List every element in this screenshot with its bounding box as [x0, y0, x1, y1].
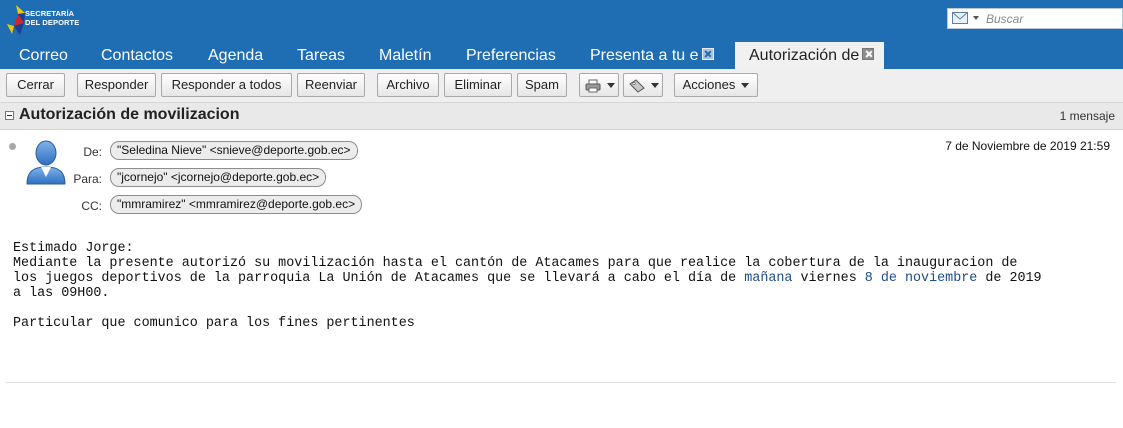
search-options-caret-icon[interactable] — [973, 16, 979, 20]
tag-menu-button[interactable] — [623, 73, 663, 97]
body-line-2-a: los juegos deportivos de la parroquia La… — [13, 271, 745, 286]
tab-contactos[interactable]: Contactos — [101, 42, 173, 69]
logo-text: SECRETARÍA DEL DEPORTE — [25, 9, 85, 27]
body-line-2-c: de 2019 — [977, 271, 1042, 286]
print-menu-button[interactable] — [579, 73, 619, 97]
chevron-down-icon — [651, 83, 659, 89]
envelope-icon[interactable] — [952, 12, 968, 24]
body-greeting: Estimado Jorge: — [13, 241, 134, 256]
tab-maletin[interactable]: Maletín — [379, 42, 431, 69]
tab-close-icon[interactable] — [862, 48, 875, 61]
spam-button[interactable]: Spam — [517, 73, 567, 97]
tab-correo[interactable]: Correo — [19, 42, 68, 69]
print-icon — [585, 79, 601, 93]
tab-label: Maletín — [379, 47, 432, 64]
reply-button[interactable]: Responder — [77, 73, 156, 97]
search-box[interactable] — [947, 8, 1123, 29]
tab-label: Preferencias — [466, 47, 556, 64]
tab-presenta[interactable]: Presenta a tu e — [590, 42, 714, 69]
chevron-down-icon — [741, 83, 750, 89]
tab-autorizacion[interactable]: Autorización de — [735, 42, 885, 69]
app-tabs: Correo Contactos Agenda Tareas Maletín P… — [0, 42, 1123, 69]
tab-label: Tareas — [297, 47, 346, 64]
tab-preferencias[interactable]: Preferencias — [466, 42, 556, 69]
tag-icon — [629, 78, 645, 93]
archive-button[interactable]: Archivo — [377, 73, 439, 97]
reply-all-button[interactable]: Responder a todos — [161, 73, 292, 97]
collapse-toggle-icon[interactable] — [5, 111, 14, 120]
date-link-8-noviembre[interactable]: 8 de noviembre — [865, 271, 978, 286]
message-toolbar: Cerrar Responder Responder a todos Reenv… — [0, 69, 1123, 103]
chevron-down-icon — [607, 83, 615, 89]
message-count: 1 mensaje — [1059, 109, 1115, 123]
delete-button[interactable]: Eliminar — [444, 73, 512, 97]
message-date: 7 de Noviembre de 2019 21:59 — [945, 139, 1110, 153]
logo-line-2: DEL DEPORTE — [25, 18, 80, 27]
body-line-2-b: viernes — [792, 271, 865, 286]
message-body: Estimado Jorge: Mediante la presente aut… — [13, 241, 1042, 331]
tab-agenda[interactable]: Agenda — [208, 42, 263, 69]
body-line-3: a las 09H00. — [13, 286, 110, 301]
app-header: SECRETARÍA DEL DEPORTE Correo Contactos … — [0, 0, 1123, 69]
search-input[interactable] — [986, 10, 1116, 27]
from-address-bubble[interactable]: "Seledina Nieve" <snieve@deporte.gob.ec> — [110, 141, 358, 160]
message-divider — [6, 382, 1116, 383]
tab-close-icon[interactable] — [701, 48, 714, 61]
tab-label: Contactos — [101, 47, 174, 64]
conversation-header: Autorización de movilizacion 1 mensaje — [0, 103, 1123, 130]
date-link-manana[interactable]: mañana — [744, 271, 792, 286]
read-status-dot-icon[interactable] — [9, 143, 16, 150]
from-label: De: — [83, 145, 102, 159]
to-label: Para: — [73, 172, 102, 186]
message-subject: Autorización de movilizacion — [19, 106, 240, 123]
tab-label: Correo — [19, 47, 68, 64]
actions-label: Acciones — [682, 77, 736, 92]
actions-menu-button[interactable]: Acciones — [674, 73, 758, 97]
cc-label: CC: — [81, 199, 102, 213]
tab-label: Presenta a tu e — [590, 47, 699, 64]
forward-button[interactable]: Reenviar — [297, 73, 365, 97]
body-line-1: Mediante la presente autorizó su moviliz… — [13, 256, 1018, 271]
cc-address-bubble[interactable]: "mmramirez" <mmramirez@deporte.gob.ec> — [110, 195, 363, 214]
logo-line-1: SECRETARÍA — [25, 9, 75, 18]
secretaria-deporte-logo[interactable]: SECRETARÍA DEL DEPORTE — [4, 4, 84, 38]
body-closing: Particular que comunico para los fines p… — [13, 316, 415, 331]
to-address-bubble[interactable]: "jcornejo" <jcornejo@deporte.gob.ec> — [110, 168, 327, 187]
close-button[interactable]: Cerrar — [6, 73, 65, 97]
tab-label: Agenda — [208, 47, 264, 64]
tab-label: Autorización de — [749, 47, 860, 64]
tab-tareas[interactable]: Tareas — [297, 42, 345, 69]
